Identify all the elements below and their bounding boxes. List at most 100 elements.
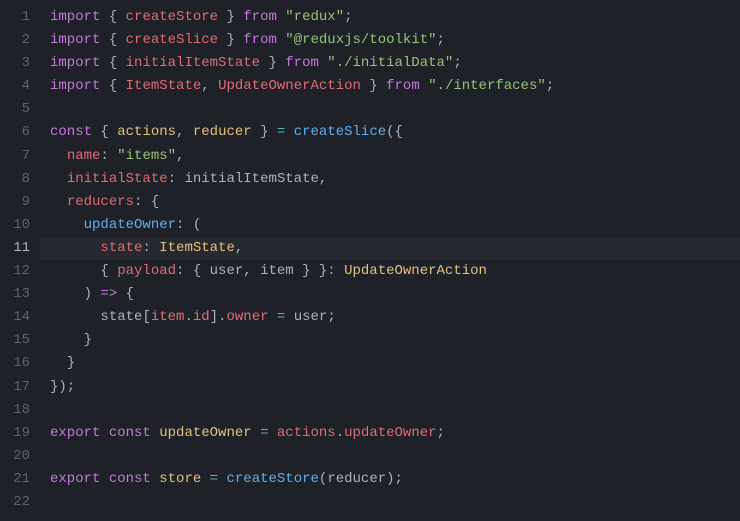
- token-punc: [420, 78, 428, 94]
- token-kw: export: [50, 425, 100, 441]
- code-line[interactable]: updateOwner: (: [50, 214, 740, 237]
- token-punc: [201, 471, 209, 487]
- token-punc: :: [168, 171, 185, 187]
- token-id: id: [193, 309, 210, 325]
- line-number: 3: [0, 52, 30, 75]
- token-id: initialItemState: [126, 55, 260, 71]
- token-punc: ): [50, 286, 100, 302]
- token-punc: ;: [546, 78, 554, 94]
- token-punc: });: [50, 379, 75, 395]
- token-punc: [269, 309, 277, 325]
- token-kw: import: [50, 32, 100, 48]
- token-kw: const: [109, 425, 151, 441]
- code-line[interactable]: initialState: initialItemState,: [50, 168, 740, 191]
- token-punc: {: [100, 78, 125, 94]
- token-punc: }: [260, 55, 285, 71]
- token-punc: {: [100, 55, 125, 71]
- token-punc: [50, 171, 67, 187]
- code-line[interactable]: const { actions, reducer } = createSlice…: [50, 121, 740, 144]
- code-line[interactable]: name: "items",: [50, 145, 740, 168]
- token-kw: from: [243, 32, 277, 48]
- code-line[interactable]: { payload: { user, item } }: UpdateOwner…: [50, 260, 740, 283]
- token-punc: [100, 425, 108, 441]
- token-punc: }: [252, 124, 277, 140]
- token-kw: const: [109, 471, 151, 487]
- token-type: ItemState: [159, 240, 235, 256]
- code-line[interactable]: }: [50, 352, 740, 375]
- code-line[interactable]: [50, 491, 740, 514]
- token-punc: [285, 309, 293, 325]
- code-line[interactable]: reducers: {: [50, 191, 740, 214]
- token-kw: export: [50, 471, 100, 487]
- code-line[interactable]: export const updateOwner = actions.updat…: [50, 422, 740, 445]
- line-number: 16: [0, 352, 30, 375]
- token-punc: [268, 425, 276, 441]
- line-number: 9: [0, 191, 30, 214]
- token-punc: [50, 148, 67, 164]
- code-line[interactable]: });: [50, 376, 740, 399]
- token-punc: {: [117, 286, 134, 302]
- token-id: item: [151, 309, 185, 325]
- token-type: updateOwner: [159, 425, 251, 441]
- token-str: "redux": [285, 9, 344, 25]
- token-punc: ({: [386, 124, 403, 140]
- token-var: reducer: [327, 471, 386, 487]
- token-id: createStore: [126, 9, 218, 25]
- token-punc: ].: [210, 309, 227, 325]
- token-kw: from: [285, 55, 319, 71]
- token-punc: .: [336, 425, 344, 441]
- token-punc: ;: [437, 425, 445, 441]
- token-punc: ,: [201, 78, 218, 94]
- code-line[interactable]: [50, 98, 740, 121]
- code-line[interactable]: export const store = createStore(reducer…: [50, 468, 740, 491]
- code-line[interactable]: }: [50, 329, 740, 352]
- token-str: "@reduxjs/toolkit": [285, 32, 436, 48]
- token-punc: [285, 124, 293, 140]
- token-punc: ;: [344, 9, 352, 25]
- token-kw: import: [50, 9, 100, 25]
- line-number: 21: [0, 468, 30, 491]
- token-punc: {: [100, 32, 125, 48]
- line-number: 2: [0, 29, 30, 52]
- code-area[interactable]: import { createStore } from "redux";impo…: [40, 6, 740, 514]
- line-number: 19: [0, 422, 30, 445]
- token-punc: : {: [134, 194, 159, 210]
- token-prop: name: [67, 148, 101, 164]
- token-str: "./interfaces": [428, 78, 546, 94]
- token-id: createSlice: [126, 32, 218, 48]
- line-number: 1: [0, 6, 30, 29]
- line-number: 22: [0, 491, 30, 514]
- token-punc: ;: [437, 32, 445, 48]
- token-punc: : {: [176, 263, 210, 279]
- line-number: 20: [0, 445, 30, 468]
- line-number-gutter: 12345678910111213141516171819202122: [0, 6, 40, 514]
- line-number: 12: [0, 260, 30, 283]
- code-line[interactable]: import { createStore } from "redux";: [50, 6, 740, 29]
- line-number: 7: [0, 145, 30, 168]
- code-editor[interactable]: 12345678910111213141516171819202122 impo…: [0, 0, 740, 514]
- code-line[interactable]: [50, 399, 740, 422]
- token-punc: [50, 240, 100, 256]
- line-number: 4: [0, 75, 30, 98]
- code-line[interactable]: [50, 445, 740, 468]
- code-line[interactable]: ) => {: [50, 283, 740, 306]
- token-kw: import: [50, 78, 100, 94]
- code-line[interactable]: import { ItemState, UpdateOwnerAction } …: [50, 75, 740, 98]
- line-number: 6: [0, 121, 30, 144]
- token-punc: {: [100, 9, 125, 25]
- token-id: actions: [277, 425, 336, 441]
- token-punc: :: [100, 148, 117, 164]
- token-punc: {: [50, 263, 117, 279]
- token-kw: const: [50, 124, 92, 140]
- token-id: owner: [226, 309, 268, 325]
- token-arr: =>: [100, 286, 117, 302]
- code-line[interactable]: state[item.id].owner = user;: [50, 306, 740, 329]
- code-line[interactable]: import { initialItemState } from "./init…: [50, 52, 740, 75]
- token-punc: [151, 425, 159, 441]
- code-line[interactable]: state: ItemState,: [40, 237, 740, 260]
- token-punc: }: [361, 78, 386, 94]
- code-line[interactable]: import { createSlice } from "@reduxjs/to…: [50, 29, 740, 52]
- token-punc: [100, 471, 108, 487]
- token-fn: createSlice: [294, 124, 386, 140]
- token-punc: }: [50, 332, 92, 348]
